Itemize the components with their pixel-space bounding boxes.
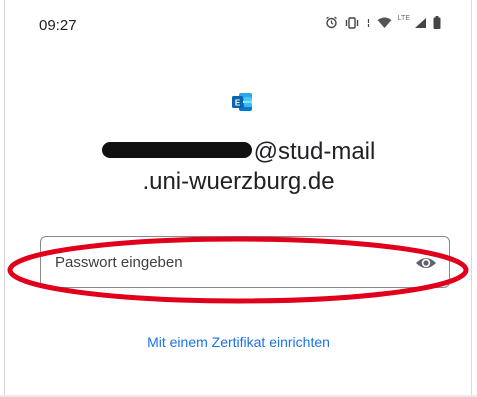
signal-icon — [415, 17, 426, 28]
password-input[interactable]: Passwort eingeben — [40, 236, 450, 288]
account-email: @stud-mail .uni-wuerzburg.de — [0, 137, 477, 197]
redaction-bar — [101, 141, 252, 158]
status-icons: LTE — [325, 15, 441, 29]
certificate-setup-link[interactable]: Mit einem Zertifikat einrichten — [0, 334, 477, 350]
email-domain-part-1: @stud-mail — [253, 138, 376, 165]
exchange-logo-icon: E — [232, 93, 252, 111]
password-placeholder: Passwort eingeben — [55, 254, 183, 271]
status-bar: 09:27 LTE — [5, 0, 471, 44]
network-type-label: LTE — [397, 15, 410, 22]
battery-icon — [433, 16, 441, 29]
logo-letter: E — [235, 98, 241, 107]
wifi-icon — [377, 17, 392, 28]
eye-icon[interactable] — [415, 253, 437, 273]
status-time: 09:27 — [39, 17, 77, 34]
data-activity-icon — [367, 18, 369, 27]
email-domain-part-2: .uni-wuerzburg.de — [142, 168, 335, 195]
email-line-1: @stud-mail — [0, 137, 477, 167]
vibrate-icon — [345, 16, 358, 29]
alarm-icon — [325, 16, 337, 29]
